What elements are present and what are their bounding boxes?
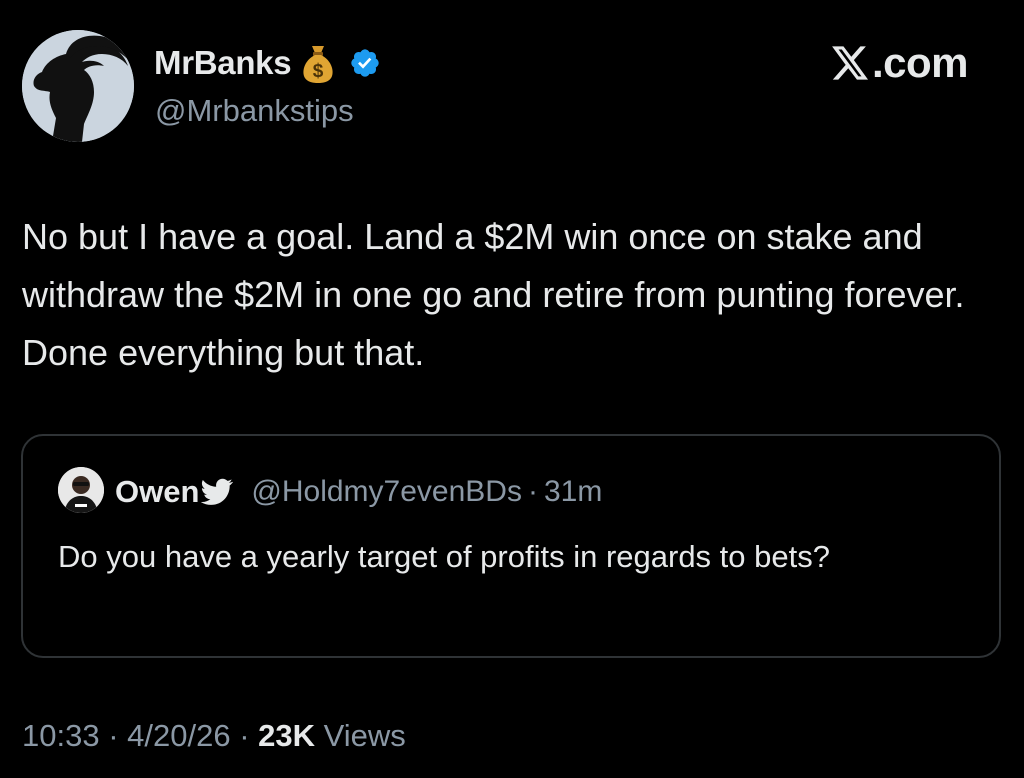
quoted-tweet-card[interactable]: Owen @Holdmy7evenBDs · 31m Do you have a… <box>21 434 1001 658</box>
views-label: Views <box>323 718 406 753</box>
author-name-row: MrBanks $ <box>154 40 381 86</box>
quoted-author-avatar[interactable] <box>58 467 104 513</box>
x-watermark: .com <box>830 38 969 88</box>
tweet-text: No but I have a goal. Land a $2M win onc… <box>22 216 965 373</box>
quoted-tweet-time[interactable]: 31m <box>544 475 602 509</box>
bird-icon <box>201 478 234 505</box>
author-display-name[interactable]: MrBanks <box>154 44 292 82</box>
svg-text:$: $ <box>313 61 324 82</box>
views-count[interactable]: 23K <box>258 718 315 753</box>
tweet-date[interactable]: 4/20/26 <box>127 718 230 753</box>
author-avatar[interactable] <box>22 30 134 142</box>
x-watermark-text: .com <box>872 39 969 86</box>
author-handle[interactable]: @Mrbankstips <box>155 93 354 129</box>
quoted-tweet-header: Owen @Holdmy7evenBDs · 31m <box>115 474 602 510</box>
quoted-tweet-text: Do you have a yearly target of profits i… <box>58 539 830 574</box>
quoted-author-handle[interactable]: @Holdmy7evenBDs <box>251 475 522 509</box>
money-bag-icon: $ <box>303 46 333 83</box>
person-avatar-image <box>58 467 104 513</box>
tweet-meta: 10:33 · 4/20/26 · 23K Views <box>22 718 406 754</box>
separator-dot: · <box>527 475 538 508</box>
separator-dot: · <box>108 718 119 753</box>
verified-badge-icon[interactable] <box>349 47 381 79</box>
quoted-author-name[interactable]: Owen <box>115 474 199 510</box>
x-logo-icon <box>832 46 869 80</box>
goat-avatar-image <box>22 30 134 142</box>
tweet-time[interactable]: 10:33 <box>22 718 100 753</box>
separator-dot: · <box>239 718 250 753</box>
